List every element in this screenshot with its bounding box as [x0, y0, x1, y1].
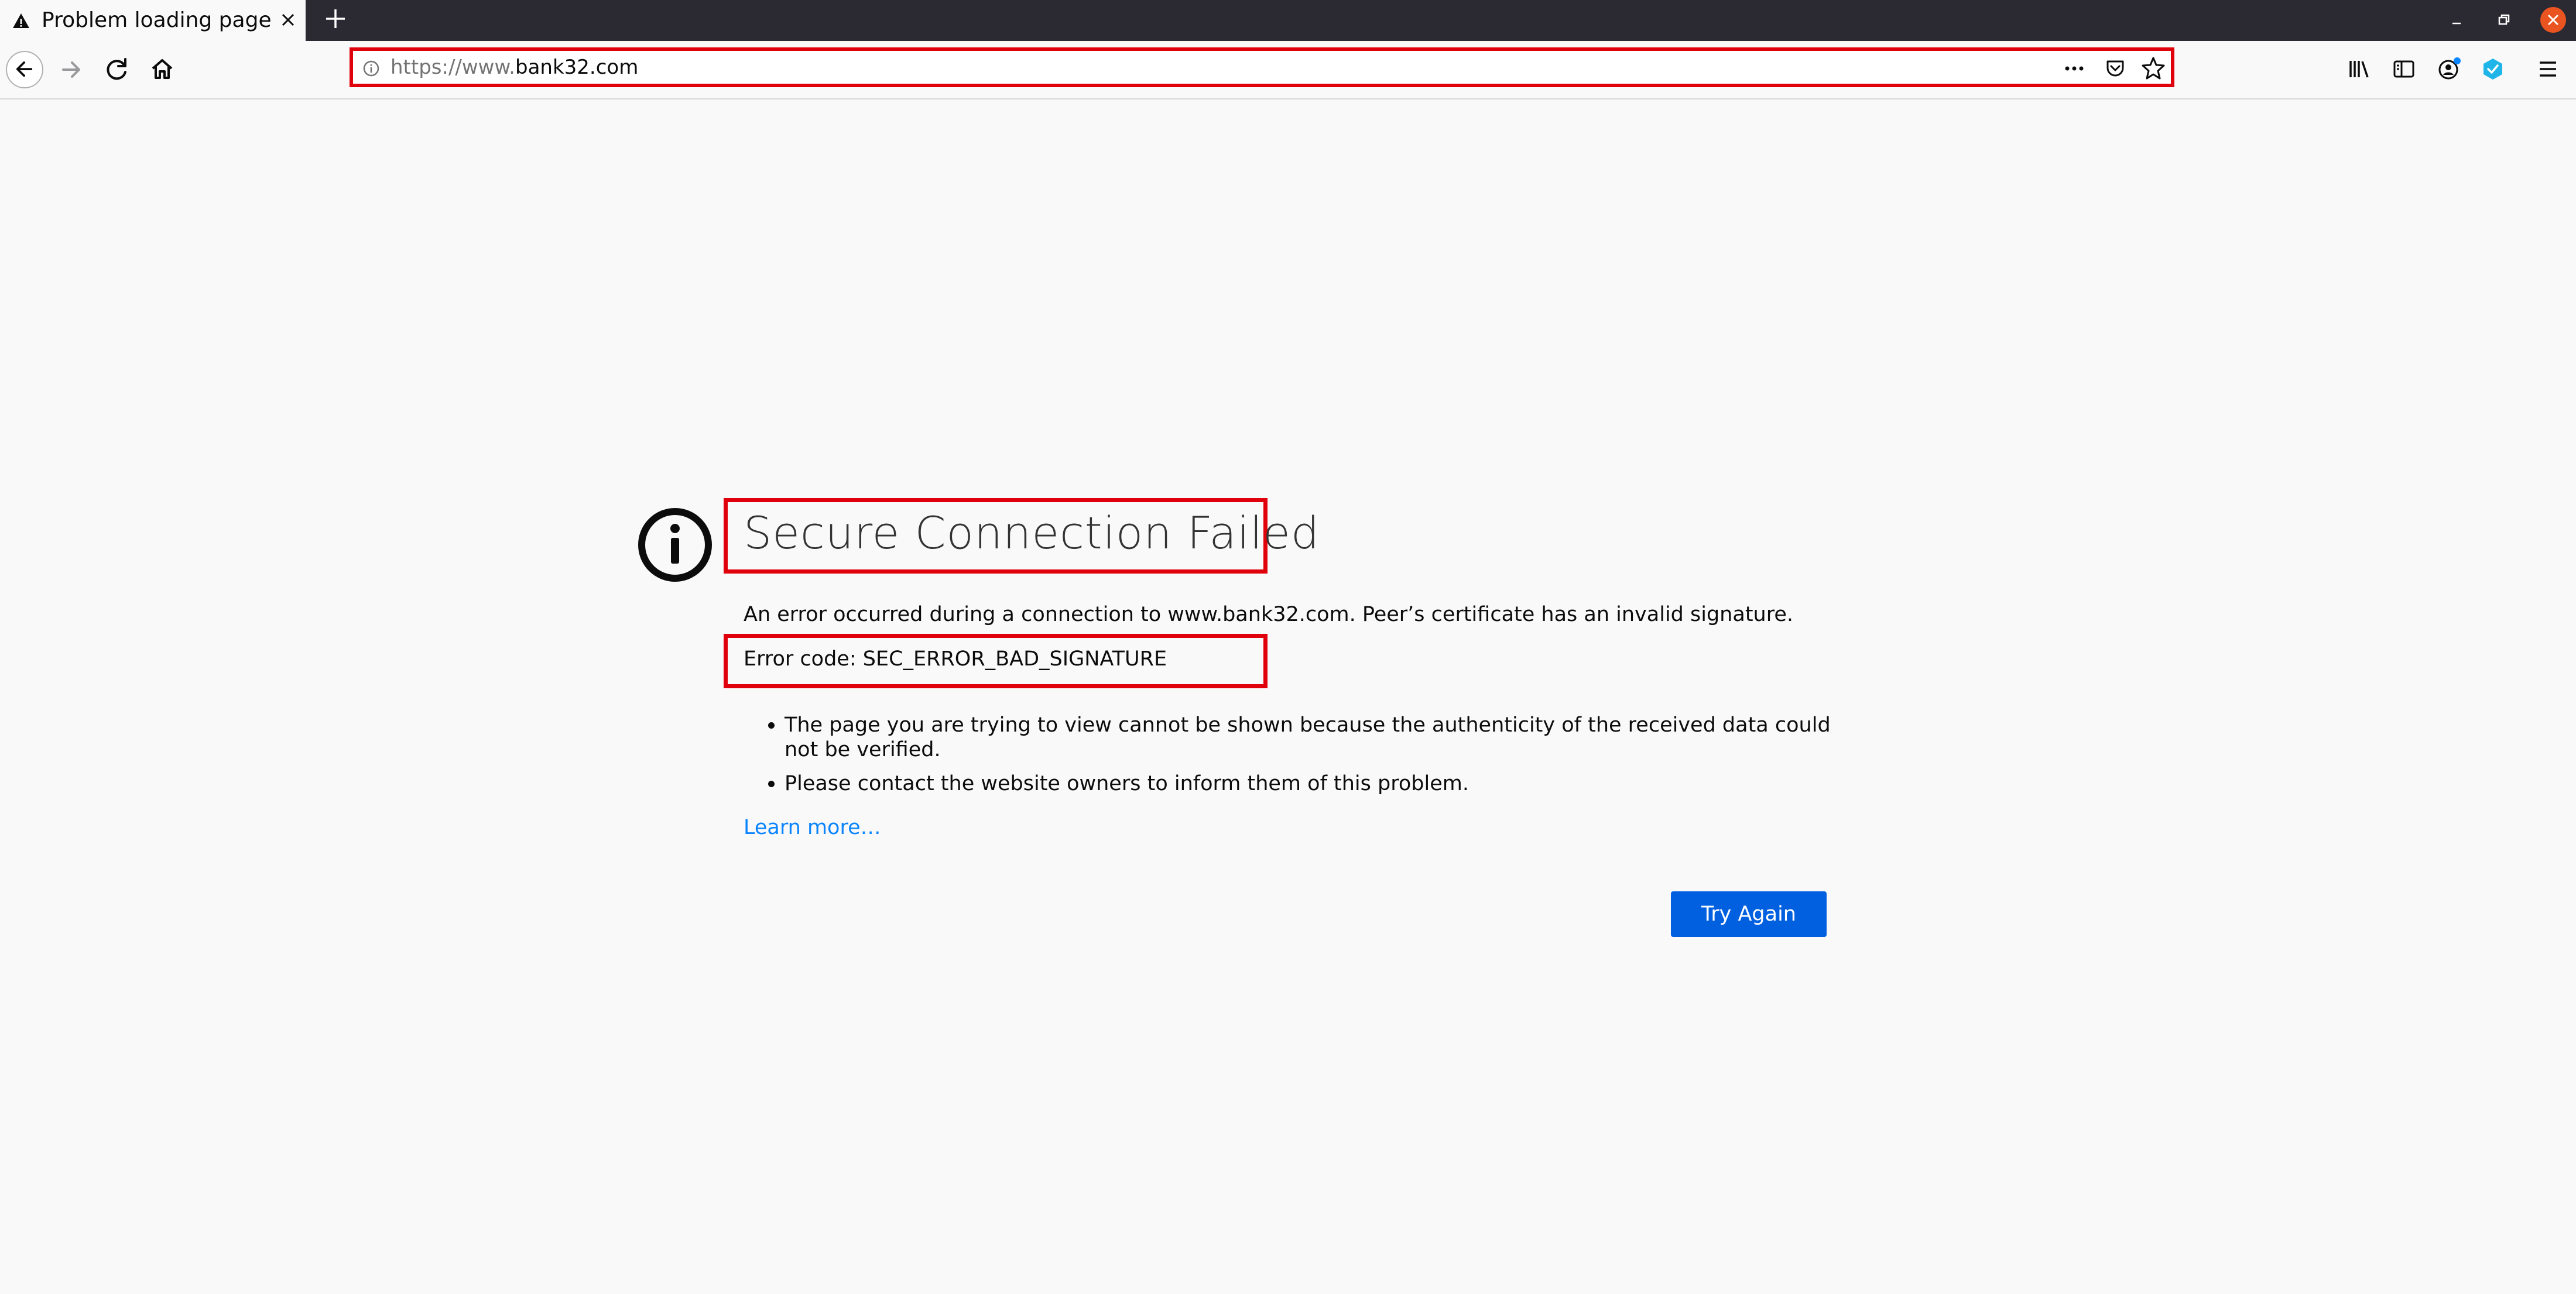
library-icon[interactable] [2346, 56, 2372, 82]
error-code: Error code: SEC_ERROR_BAD_SIGNATURE [744, 647, 1167, 671]
error-details-list: The page you are trying to view cannot b… [744, 713, 1832, 805]
extension-icon[interactable] [2480, 56, 2506, 82]
tab-active[interactable]: Problem loading page [0, 0, 306, 43]
info-icon [638, 508, 712, 582]
bookmark-star-icon[interactable] [2140, 55, 2166, 81]
url-prefix: https://www. [390, 56, 515, 79]
site-info-icon[interactable] [362, 60, 380, 77]
reload-icon[interactable] [98, 51, 136, 88]
close-window-icon[interactable] [2540, 7, 2566, 33]
navigation-toolbar: https://www.bank32.com [0, 41, 2576, 99]
minimize-icon[interactable] [2445, 8, 2468, 32]
list-item: The page you are trying to view cannot b… [744, 713, 1832, 762]
learn-more-link[interactable]: Learn more… [744, 816, 881, 839]
hamburger-menu-icon[interactable] [2535, 56, 2561, 82]
pocket-icon[interactable] [2104, 56, 2127, 80]
url-host: bank32.com [515, 56, 639, 79]
account-icon[interactable] [2436, 56, 2462, 82]
tab-strip: Problem loading page [0, 0, 2576, 43]
url-bar[interactable]: https://www.bank32.com [350, 47, 2174, 87]
list-item: Please contact the website owners to inf… [744, 771, 1832, 796]
home-icon[interactable] [143, 51, 181, 88]
sidebar-icon[interactable] [2391, 56, 2417, 82]
back-arrow-icon[interactable] [6, 51, 43, 88]
try-again-button[interactable]: Try Again [1671, 891, 1827, 937]
error-description: An error occurred during a connection to… [744, 603, 1793, 626]
new-tab-plus-icon[interactable] [323, 6, 348, 32]
restore-icon[interactable] [2492, 8, 2515, 32]
tab-title: Problem loading page [42, 8, 272, 32]
close-tab-icon[interactable] [276, 8, 300, 32]
warning-icon [13, 13, 29, 28]
page-actions-more-icon[interactable] [2062, 57, 2087, 80]
forward-arrow-icon[interactable] [53, 51, 90, 88]
url-text[interactable]: https://www.bank32.com [390, 56, 638, 79]
page-title: Secure Connection Failed [744, 507, 1320, 559]
